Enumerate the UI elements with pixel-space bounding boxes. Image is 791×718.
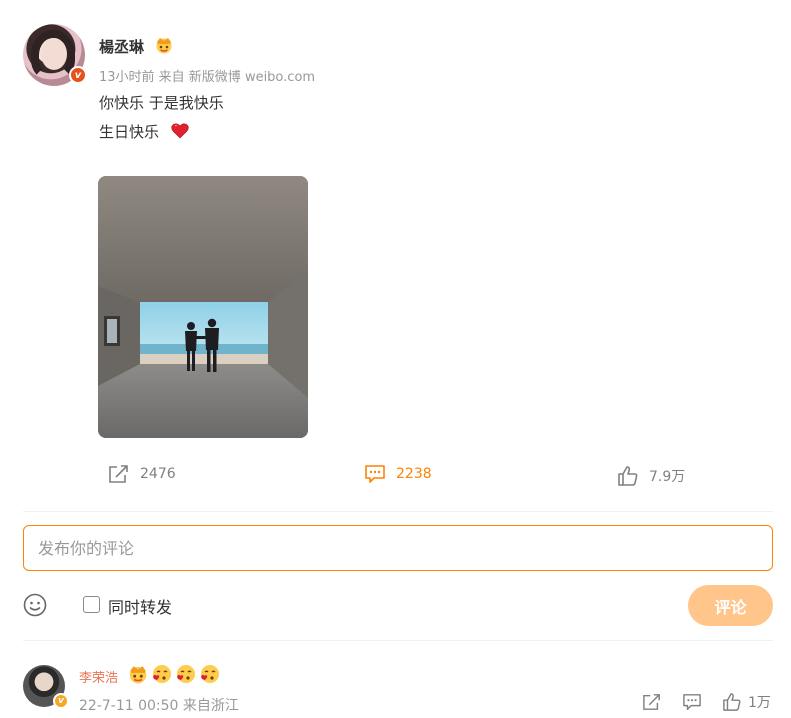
comment-count: 2238 xyxy=(396,466,432,482)
divider xyxy=(23,511,773,512)
comment-icon xyxy=(365,465,385,483)
like-count: 7.9万 xyxy=(649,469,686,485)
repost-checkbox[interactable] xyxy=(83,596,100,613)
post-image[interactable] xyxy=(98,176,308,438)
post-meta[interactable]: 13小时前 来自 新版微博 weibo.com xyxy=(99,66,315,85)
repost-icon xyxy=(109,465,128,483)
kiss-emoji-icon xyxy=(175,663,197,685)
reply-icon[interactable] xyxy=(682,693,702,711)
commenter-name[interactable]: 李荣浩 xyxy=(79,667,118,686)
post-text-line-2: 生日快乐 xyxy=(99,123,160,141)
crown-emoji-icon xyxy=(127,663,149,685)
emoji-icon[interactable] xyxy=(23,593,47,617)
comment-input[interactable] xyxy=(23,525,773,571)
verified-badge-icon: v xyxy=(53,693,69,709)
comment-actions: 1万 xyxy=(642,692,771,712)
kiss-emoji-icon xyxy=(199,663,221,685)
avatar-face xyxy=(41,38,67,70)
divider xyxy=(23,640,773,641)
like-button[interactable]: 7.9万 xyxy=(617,464,685,488)
repost-icon[interactable] xyxy=(642,693,662,711)
repost-button[interactable]: 2476 xyxy=(108,462,176,486)
comment-like-count: 1万 xyxy=(748,695,771,711)
submit-comment-button[interactable]: 评论 xyxy=(688,585,773,626)
thumbs-up-icon xyxy=(618,466,638,486)
comment-like-button[interactable]: 1万 xyxy=(722,692,771,712)
heart-emoji-icon xyxy=(171,123,189,139)
post-text-line-1: 你快乐 于是我快乐 xyxy=(99,94,224,112)
repost-checkbox-label[interactable]: 同时转发 xyxy=(108,594,172,618)
author-avatar[interactable]: v xyxy=(23,24,87,86)
comment-meta: 22-7-11 00:50 来自浙江 xyxy=(79,698,239,714)
thumbs-up-icon xyxy=(723,693,741,711)
comment-emojis xyxy=(127,663,221,685)
verified-badge-icon: v xyxy=(69,66,87,84)
tunnel-photo xyxy=(98,176,308,438)
kiss-emoji-icon xyxy=(151,663,173,685)
crown-emoji-icon xyxy=(156,38,172,54)
repost-count: 2476 xyxy=(140,466,176,482)
commenter-avatar[interactable]: v xyxy=(23,665,69,709)
comment-button[interactable]: 2238 xyxy=(364,462,432,486)
author-name[interactable]: 楊丞琳 xyxy=(99,36,144,57)
